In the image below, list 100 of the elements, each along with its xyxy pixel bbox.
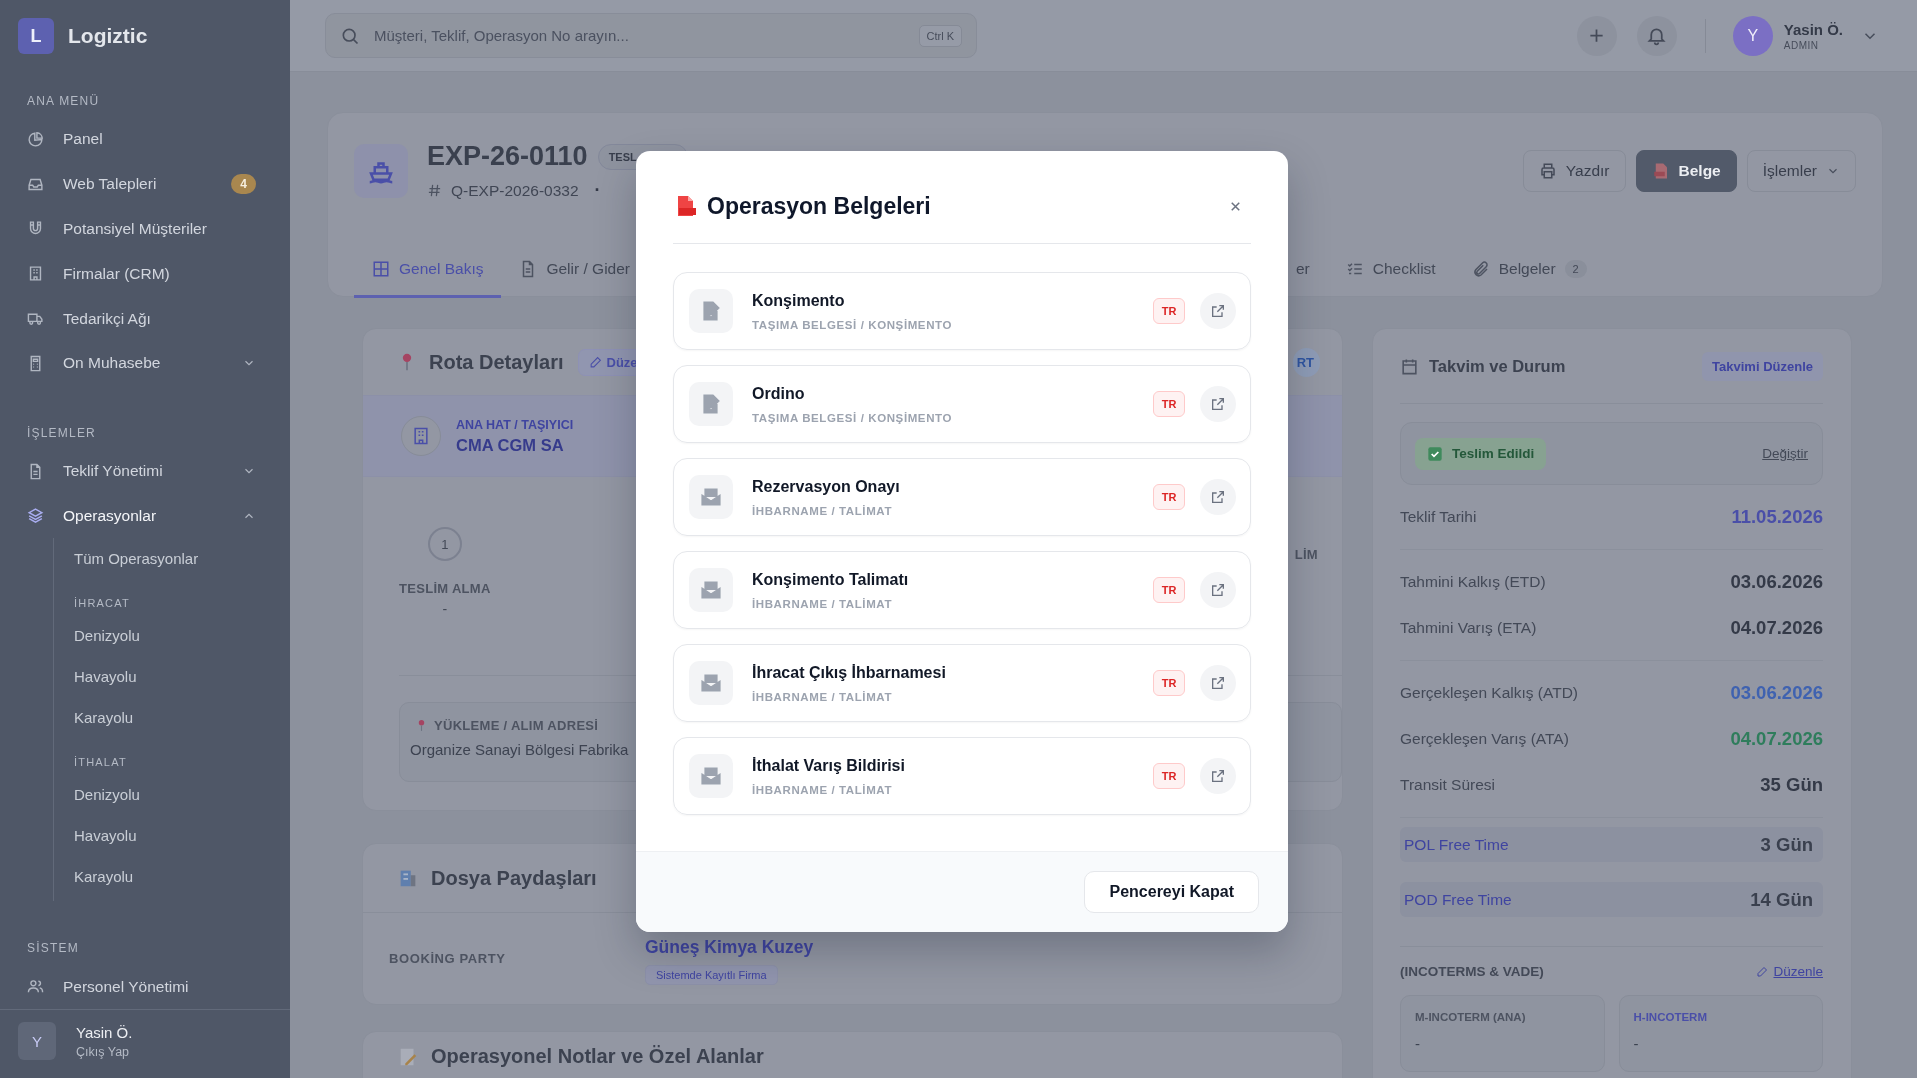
- search-bar[interactable]: Müşteri, Teklif, Operasyon No arayın... Ctrl K: [325, 13, 977, 58]
- document-title: İthalat Varış Bildirisi: [752, 756, 906, 775]
- nav-item[interactable]: On Muhasebe: [0, 340, 290, 386]
- language-badge[interactable]: TR: [1153, 484, 1185, 510]
- document-title: Ordino: [752, 384, 806, 403]
- address-value: Organize Sanayi Bölgesi Fabrika: [410, 741, 629, 758]
- nav-item[interactable]: Panel: [0, 117, 290, 162]
- print-button[interactable]: Yazdır: [1522, 150, 1626, 192]
- shipment-number: EXP-26-0110: [427, 141, 588, 172]
- submenu-item[interactable]: Tüm Operasyonlar: [74, 538, 290, 580]
- tab[interactable]: Genel Bakış: [354, 242, 502, 298]
- user-role: ADMIN: [1783, 39, 1820, 51]
- open-external-button[interactable]: [1200, 293, 1236, 329]
- document-category: TAŞIMA BELGESİ / KONŞİMENTO: [752, 411, 953, 424]
- incoterm-value: -: [1415, 1035, 1421, 1052]
- card-title: Operasyonel Notlar ve Özel Alanlar: [431, 1045, 764, 1068]
- open-external-button[interactable]: [1200, 665, 1236, 701]
- external-link-icon: [1210, 489, 1226, 505]
- tab[interactable]: Checklist: [1327, 242, 1454, 298]
- grid-icon: [372, 259, 390, 278]
- nav-item[interactable]: Personel Yönetimi: [0, 964, 290, 1010]
- user-avatar[interactable]: Y: [1732, 15, 1773, 56]
- nav-item[interactable]: Potansiyel Müşteriler: [0, 206, 290, 252]
- shortcut-hint: Ctrl K: [918, 24, 962, 47]
- language-badge[interactable]: TR: [1153, 670, 1185, 696]
- date-label: Gerçekleşen Varış (ATA): [1400, 730, 1569, 748]
- pie-chart-icon: [27, 130, 44, 148]
- step-label: LİM: [1294, 547, 1318, 562]
- date-value: 35 Gün: [1760, 774, 1823, 796]
- tab[interactable]: Belgeler 2: [1453, 242, 1605, 298]
- building-icon: [401, 416, 441, 456]
- tab[interactable]: Gelir / Gider: [501, 242, 648, 298]
- open-external-button[interactable]: [1200, 758, 1236, 794]
- free-time-label: POD Free Time: [1404, 890, 1512, 909]
- count-badge: 4: [231, 174, 256, 195]
- count-badge: 2: [1564, 259, 1587, 278]
- dialog-title: Operasyon Belgeleri: [707, 192, 931, 220]
- submenu-item[interactable]: Havayolu: [74, 656, 290, 698]
- date-label: Teklif Tarihi: [1400, 508, 1477, 526]
- edit-link[interactable]: Düzenle: [1756, 964, 1823, 979]
- nav-item[interactable]: Firmalar (CRM): [0, 251, 290, 297]
- document-category: İHBARNAME / TALİMAT: [752, 690, 893, 703]
- edit-calendar-button[interactable]: Takvimi Düzenle: [1702, 351, 1823, 381]
- document-button[interactable]: Belge: [1635, 150, 1737, 192]
- party-role: BOOKİNG PARTY: [389, 951, 507, 966]
- app-name: Logiztic: [68, 24, 148, 48]
- section-heading: SİSTEM: [26, 941, 80, 956]
- nav-item[interactable]: Web Talepleri 4: [0, 161, 290, 207]
- document-category: TAŞIMA BELGESİ / KONŞİMENTO: [752, 318, 953, 331]
- carrier-label: ANA HAT / TAŞIYICI: [456, 417, 574, 432]
- document-item[interactable]: Rezervasyon Onayı İHBARNAME / TALİMAT TR: [673, 458, 1251, 536]
- search-field[interactable]: Müşteri, Teklif, Operasyon No arayın...: [372, 26, 919, 45]
- date-label: Gerçekleşen Kalkış (ATD): [1400, 684, 1578, 702]
- language-badge[interactable]: TR: [1153, 298, 1185, 324]
- language-badge[interactable]: TR: [1153, 763, 1185, 789]
- submenu-item[interactable]: Karayolu: [74, 856, 290, 898]
- language-badge[interactable]: TR: [1153, 577, 1185, 603]
- paperclip-icon: [1471, 259, 1490, 278]
- quote-reference: Q-EXP-2026-0332: [451, 181, 579, 200]
- incoterm-value: -: [1633, 1035, 1640, 1052]
- document-category: İHBARNAME / TALİMAT: [752, 597, 893, 610]
- nav-item[interactable]: Operasyonlar: [0, 493, 290, 539]
- document-category: İHBARNAME / TALİMAT: [752, 783, 893, 796]
- step-label: TESLİM ALMA: [399, 581, 491, 596]
- ship-icon: [354, 144, 408, 198]
- nav-item[interactable]: Teklif Yönetimi: [0, 448, 290, 494]
- document-item[interactable]: Ordino TAŞIMA BELGESİ / KONŞİMENTO TR: [673, 365, 1251, 443]
- pencil-icon: [588, 355, 602, 369]
- date-value: 03.06.2026: [1730, 682, 1823, 704]
- party-name[interactable]: Güneş Kimya Kuzey: [645, 937, 814, 958]
- submenu-item[interactable]: Havayolu: [74, 815, 290, 857]
- incoterm-label: H-INCOTERM: [1633, 1011, 1708, 1023]
- group-heading: İTHALAT: [74, 755, 128, 771]
- submenu-item[interactable]: Karayolu: [74, 697, 290, 739]
- close-button[interactable]: Pencereyi Kapat: [1084, 871, 1259, 913]
- open-external-button[interactable]: [1200, 572, 1236, 608]
- carrier-name: CMA CGM SA: [456, 435, 565, 455]
- open-external-button[interactable]: [1200, 479, 1236, 515]
- document-item[interactable]: İthalat Varış Bildirisi İHBARNAME / TALİMAT TR: [673, 737, 1251, 815]
- free-time-value: 14 Gün: [1750, 888, 1813, 911]
- step-number: 1: [427, 527, 462, 561]
- language-badge[interactable]: TR: [1153, 391, 1185, 417]
- document-title: Konşimento: [752, 291, 846, 310]
- document-title: İhracat Çıkış İhbarnamesi: [752, 663, 947, 682]
- document-item[interactable]: Konşimento TAŞIMA BELGESİ / KONŞİMENTO TR: [673, 272, 1251, 350]
- change-link[interactable]: Değiştir: [1762, 446, 1808, 461]
- nav-item[interactable]: Tedarikçi Ağı: [0, 296, 290, 341]
- document-item[interactable]: Konşimento Talimatı İHBARNAME / TALİMAT TR: [673, 551, 1251, 629]
- submenu-item[interactable]: Denizyolu: [74, 615, 290, 657]
- logout-link[interactable]: Çıkış Yap: [76, 1044, 133, 1059]
- submenu-item[interactable]: Denizyolu: [74, 774, 290, 816]
- external-link-icon: [1210, 582, 1226, 598]
- document-item[interactable]: İhracat Çıkış İhbarnamesi İHBARNAME / TALİMAT TR: [673, 644, 1251, 722]
- building-icon: [27, 265, 44, 283]
- actions-menu-button[interactable]: İşlemler: [1746, 150, 1856, 192]
- status-label: Teslim Edildi: [1452, 446, 1535, 461]
- date-label: Tahmini Varış (ETA): [1400, 619, 1537, 637]
- external-link-icon: [1210, 303, 1226, 319]
- user-avatar: Y: [18, 1022, 56, 1061]
- open-external-button[interactable]: [1200, 386, 1236, 422]
